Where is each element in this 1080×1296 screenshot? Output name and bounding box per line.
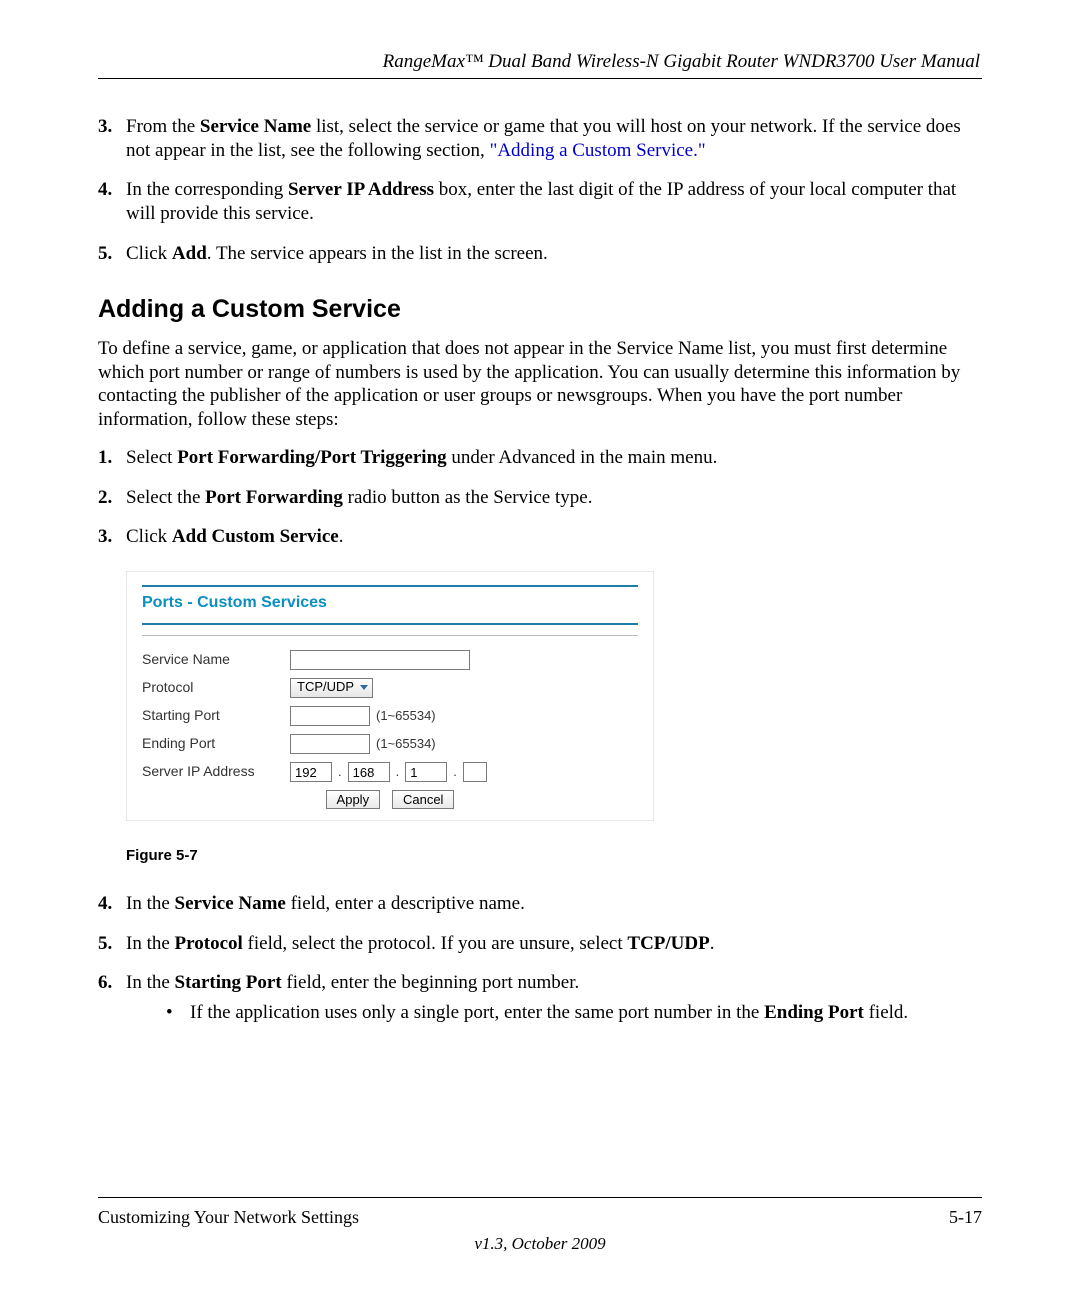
step-6b: 6. In the Starting Port field, enter the… <box>98 971 982 1025</box>
service-name-row: Service Name <box>142 650 638 670</box>
custom-service-steps: 1. Select Port Forwarding/Port Triggerin… <box>98 446 982 549</box>
step-4b: 4. In the Service Name field, enter a de… <box>98 892 982 916</box>
text: In the corresponding <box>126 179 288 200</box>
text: Select <box>126 447 177 468</box>
text: In the <box>126 933 175 954</box>
panel-divider <box>142 635 638 636</box>
panel-title: Ports - Custom Services <box>142 593 638 613</box>
protocol-select[interactable]: TCP/UDP <box>290 678 373 698</box>
starting-port-hint: (1~65534) <box>376 708 436 724</box>
service-name-input[interactable] <box>290 650 470 670</box>
page-footer: Customizing Your Network Settings 5-17 v… <box>98 1197 982 1254</box>
dot-icon: . <box>453 764 457 780</box>
bold: Add Custom Service <box>172 526 339 547</box>
ip-octet-2-input[interactable] <box>348 762 390 782</box>
step-number: 1. <box>98 446 112 470</box>
text: . <box>339 526 344 547</box>
initial-steps-list: 3. From the Service Name list, select th… <box>98 115 982 266</box>
custom-service-steps-cont: 4. In the Service Name field, enter a de… <box>98 892 982 1025</box>
text: field, enter the beginning port number. <box>282 972 580 993</box>
cancel-button[interactable]: Cancel <box>392 790 454 809</box>
step-number: 4. <box>98 892 112 916</box>
step-number: 5. <box>98 932 112 956</box>
footer-chapter: Customizing Your Network Settings <box>98 1206 359 1229</box>
running-header: RangeMax™ Dual Band Wireless-N Gigabit R… <box>98 50 982 74</box>
step-number: 6. <box>98 971 112 995</box>
service-name-bold: Service Name <box>200 116 311 137</box>
dot-icon: . <box>396 764 400 780</box>
text: field. <box>864 1002 908 1023</box>
starting-port-input[interactable] <box>290 706 370 726</box>
panel-rule-top <box>142 585 638 587</box>
dot-icon: . <box>338 764 342 780</box>
server-ip-bold: Server IP Address <box>288 179 434 200</box>
step-5: 5. Click Add. The service appears in the… <box>98 242 982 266</box>
text: Select the <box>126 487 205 508</box>
protocol-label: Protocol <box>142 679 290 697</box>
step-5b: 5. In the Protocol field, select the pro… <box>98 932 982 956</box>
bold: Port Forwarding/Port Triggering <box>177 447 446 468</box>
bold: Starting Port <box>175 972 282 993</box>
footer-version: v1.3, October 2009 <box>98 1233 982 1254</box>
bold: Port Forwarding <box>205 487 343 508</box>
ip-octet-3-input[interactable] <box>405 762 447 782</box>
footer-rule <box>98 1197 982 1198</box>
text: Click <box>126 526 172 547</box>
bold: Protocol <box>175 933 243 954</box>
text: under Advanced in the main menu. <box>447 447 718 468</box>
starting-port-row: Starting Port (1~65534) <box>142 706 638 726</box>
ending-port-label: Ending Port <box>142 735 290 753</box>
text: field, select the protocol. If you are u… <box>243 933 628 954</box>
text: radio button as the Service type. <box>343 487 593 508</box>
ip-octet-1-input[interactable] <box>290 762 332 782</box>
starting-port-label: Starting Port <box>142 707 290 725</box>
panel-rule <box>142 623 638 625</box>
step-1: 1. Select Port Forwarding/Port Triggerin… <box>98 446 982 470</box>
text: . <box>710 933 715 954</box>
text: . The service appears in the list in the… <box>207 243 548 264</box>
service-name-label: Service Name <box>142 651 290 669</box>
text: In the <box>126 893 175 914</box>
text: Click <box>126 243 172 264</box>
ip-octet-4-input[interactable] <box>463 762 487 782</box>
bold: Ending Port <box>764 1002 864 1023</box>
ending-port-row: Ending Port (1~65534) <box>142 734 638 754</box>
step-number: 3. <box>98 525 112 549</box>
step-number: 3. <box>98 115 112 139</box>
step-3: 3. From the Service Name list, select th… <box>98 115 982 163</box>
bold: Service Name <box>175 893 286 914</box>
sub-bullet: If the application uses only a single po… <box>166 1001 982 1025</box>
footer-page-number: 5-17 <box>949 1206 982 1229</box>
step-number: 2. <box>98 486 112 510</box>
add-bold: Add <box>172 243 207 264</box>
text: In the <box>126 972 175 993</box>
figure-wrapper: Ports - Custom Services Service Name Pro… <box>126 571 982 866</box>
section-heading: Adding a Custom Service <box>98 294 982 325</box>
bold: TCP/UDP <box>627 933 709 954</box>
step-number: 5. <box>98 242 112 266</box>
figure-caption: Figure 5-7 <box>126 847 982 866</box>
text: field, enter a descriptive name. <box>286 893 525 914</box>
button-row: Apply Cancel <box>142 790 638 809</box>
server-ip-row: Server IP Address . . . <box>142 762 638 782</box>
step-4: 4. In the corresponding Server IP Addres… <box>98 178 982 226</box>
step-2: 2. Select the Port Forwarding radio butt… <box>98 486 982 510</box>
adding-custom-service-link[interactable]: "Adding a Custom Service." <box>490 140 706 161</box>
step-3b: 3. Click Add Custom Service. <box>98 525 982 549</box>
ports-custom-services-panel: Ports - Custom Services Service Name Pro… <box>126 571 654 821</box>
header-rule <box>98 78 982 79</box>
text: If the application uses only a single po… <box>190 1002 764 1023</box>
protocol-row: Protocol TCP/UDP <box>142 678 638 698</box>
apply-button[interactable]: Apply <box>326 790 381 809</box>
sub-bullets: If the application uses only a single po… <box>126 1001 982 1025</box>
step-number: 4. <box>98 178 112 202</box>
ending-port-hint: (1~65534) <box>376 736 436 752</box>
text: From the <box>126 116 200 137</box>
ending-port-input[interactable] <box>290 734 370 754</box>
server-ip-label: Server IP Address <box>142 763 290 781</box>
section-paragraph: To define a service, game, or applicatio… <box>98 337 982 432</box>
